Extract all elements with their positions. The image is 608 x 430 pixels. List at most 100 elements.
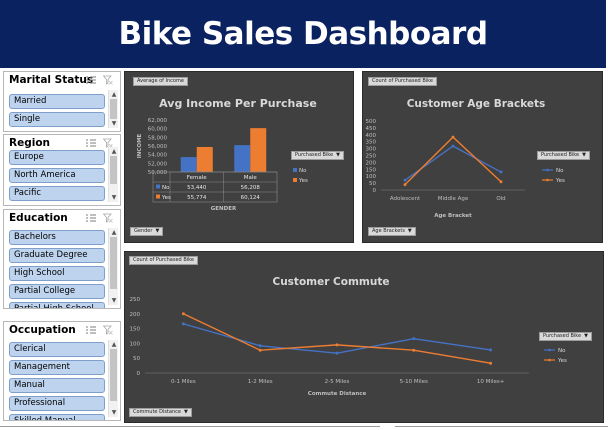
slicer-header: Education [4, 210, 120, 227]
slicer-item[interactable]: Partial High School [9, 302, 105, 308]
y-tick-label: 250 [130, 297, 141, 303]
data-table-cell: 56,208 [241, 185, 261, 191]
multi-select-icon[interactable] [86, 325, 96, 335]
age-value-field-button[interactable]: Count of Purchased Bike [368, 77, 437, 86]
slicer-header: Occupation [4, 322, 120, 339]
clear-filter-icon[interactable] [103, 325, 113, 335]
slicer-item[interactable]: Management [9, 360, 105, 375]
commute-value-field-button[interactable]: Count of Purchased Bike [129, 256, 198, 265]
slicer-scrollbar[interactable]: ▲ ▼ [108, 90, 118, 128]
age-chart-panel[interactable]: Customer Age Brackets 0 50 100 150 200 250 300 3… [362, 71, 603, 243]
scroll-down-icon[interactable]: ▼ [109, 193, 119, 202]
scroll-up-icon[interactable]: ▲ [109, 340, 119, 349]
y-tick-label: 62,000 [148, 118, 168, 124]
scroll-thumb[interactable] [110, 99, 117, 119]
bar-yes-male [250, 128, 267, 172]
commute-axis-field-button[interactable]: Commute Distance ▼ [129, 408, 192, 417]
scroll-thumb[interactable] [110, 156, 117, 184]
slicer-item[interactable]: Pacific [9, 186, 105, 201]
data-point-no [489, 348, 493, 352]
y-tick-label: 60,000 [148, 127, 168, 133]
y-tick-label: 0 [373, 188, 377, 194]
data-table-row-label: No [162, 185, 170, 191]
slicer-item[interactable]: Single [9, 112, 105, 127]
x-tick-label: Old [496, 196, 505, 202]
x-tick-label: 10 Miles+ [477, 379, 505, 385]
age-axis-field-button[interactable]: Age Brackets ▼ [368, 227, 416, 236]
income-axis-field-button[interactable]: Gender ▼ [130, 227, 164, 236]
slicer-item[interactable]: Professional [9, 396, 105, 411]
y-tick-label: 100 [366, 174, 377, 180]
x-axis-label: Age Bracket [434, 213, 472, 219]
scroll-down-icon[interactable]: ▼ [109, 296, 119, 305]
scroll-down-icon[interactable]: ▼ [109, 408, 119, 417]
slicer-item[interactable]: High School [9, 266, 105, 281]
bar-yes-female [196, 146, 213, 172]
data-table-key [156, 194, 160, 199]
slicer-item[interactable]: Bachelors [9, 230, 105, 245]
slicer-scrollbar[interactable]: ▲ ▼ [108, 228, 118, 305]
y-tick-label: 400 [366, 133, 377, 139]
y-axis-label: INCOME [137, 133, 143, 158]
y-tick-label: 500 [366, 119, 377, 125]
legend-label: No [556, 168, 564, 174]
scroll-up-icon[interactable]: ▲ [109, 228, 119, 237]
slicer-item[interactable]: Partial College [9, 284, 105, 299]
age-legend-field-button[interactable]: Purchased Bike ▼ [537, 151, 590, 160]
multi-select-icon[interactable] [86, 75, 96, 85]
x-tick-label: 5-10 Miles [400, 379, 428, 385]
data-point-yes [499, 180, 503, 184]
income-chart-panel[interactable]: Avg Income Per Purchase 50,000 52,000 54,00… [124, 71, 354, 243]
y-tick-label: 54,000 [148, 153, 168, 159]
scroll-down-icon[interactable]: ▼ [109, 119, 119, 128]
scroll-up-icon[interactable]: ▲ [109, 90, 119, 99]
data-point-no [258, 344, 262, 348]
commute-legend-field-button[interactable]: Purchased Bike ▼ [539, 332, 592, 341]
legend-swatch [293, 178, 297, 182]
data-table-cell: 55,774 [187, 195, 207, 201]
slicer-scrollbar[interactable]: ▲ ▼ [108, 147, 118, 202]
slicer-item[interactable]: Clerical [9, 342, 105, 357]
data-point-yes [412, 348, 416, 352]
y-tick-label: 58,000 [148, 135, 168, 141]
slicer-item[interactable]: North America [9, 168, 105, 183]
slicer-title: Occupation [9, 324, 76, 336]
scroll-thumb[interactable] [110, 237, 117, 289]
clear-filter-icon[interactable] [103, 213, 113, 223]
data-point-no [403, 178, 407, 182]
data-table-cell: 60,124 [241, 195, 261, 201]
y-tick-label: 0 [137, 371, 141, 377]
commute-chart-panel[interactable]: Customer Commute 0 50 100 150 200 250 0-1 Miles… [124, 251, 604, 423]
slicer-item[interactable]: Graduate Degree [9, 248, 105, 263]
slicer-region[interactable]: Region Europe North America Pacific ▲ ▼ [3, 134, 121, 206]
data-point-no [451, 144, 455, 148]
y-tick-label: 450 [366, 126, 377, 132]
scroll-thumb[interactable] [110, 349, 117, 401]
slicer-occupation[interactable]: Occupation Clerical Management Manual Profes… [3, 321, 121, 421]
slicer-item[interactable]: Married [9, 94, 105, 109]
legend-marker [546, 168, 549, 172]
income-legend-field-button[interactable]: Purchased Bike ▼ [291, 151, 344, 160]
clear-filter-icon[interactable] [103, 75, 113, 85]
multi-select-icon[interactable] [86, 138, 96, 148]
scroll-up-icon[interactable]: ▲ [109, 147, 119, 156]
slicer-item[interactable]: Europe [9, 150, 105, 165]
data-table-key [156, 184, 160, 189]
y-tick-label: 52,000 [148, 161, 168, 167]
legend-label: No [299, 168, 307, 174]
slicer-item[interactable]: Skilled Manual [9, 414, 105, 420]
y-tick-label: 300 [366, 147, 377, 153]
dashboard-title: Bike Sales Dashboard [118, 16, 488, 52]
slicer-marital-status[interactable]: Marital Status Married Single ▲ ▼ [3, 71, 121, 132]
chart-title: Customer Commute [273, 276, 390, 288]
slicer-education[interactable]: Education Bachelors Graduate Degree High Sc… [3, 209, 121, 309]
series-line-no [183, 323, 491, 354]
income-value-field-button[interactable]: Average of Income [133, 77, 188, 86]
legend-label: Yes [557, 358, 567, 364]
slicer-item[interactable]: Manual [9, 378, 105, 393]
multi-select-icon[interactable] [86, 213, 96, 223]
slicer-scrollbar[interactable]: ▲ ▼ [108, 340, 118, 417]
legend-marker [548, 358, 551, 362]
y-tick-label: 200 [366, 160, 377, 166]
data-table-cell: 53,440 [187, 185, 207, 191]
